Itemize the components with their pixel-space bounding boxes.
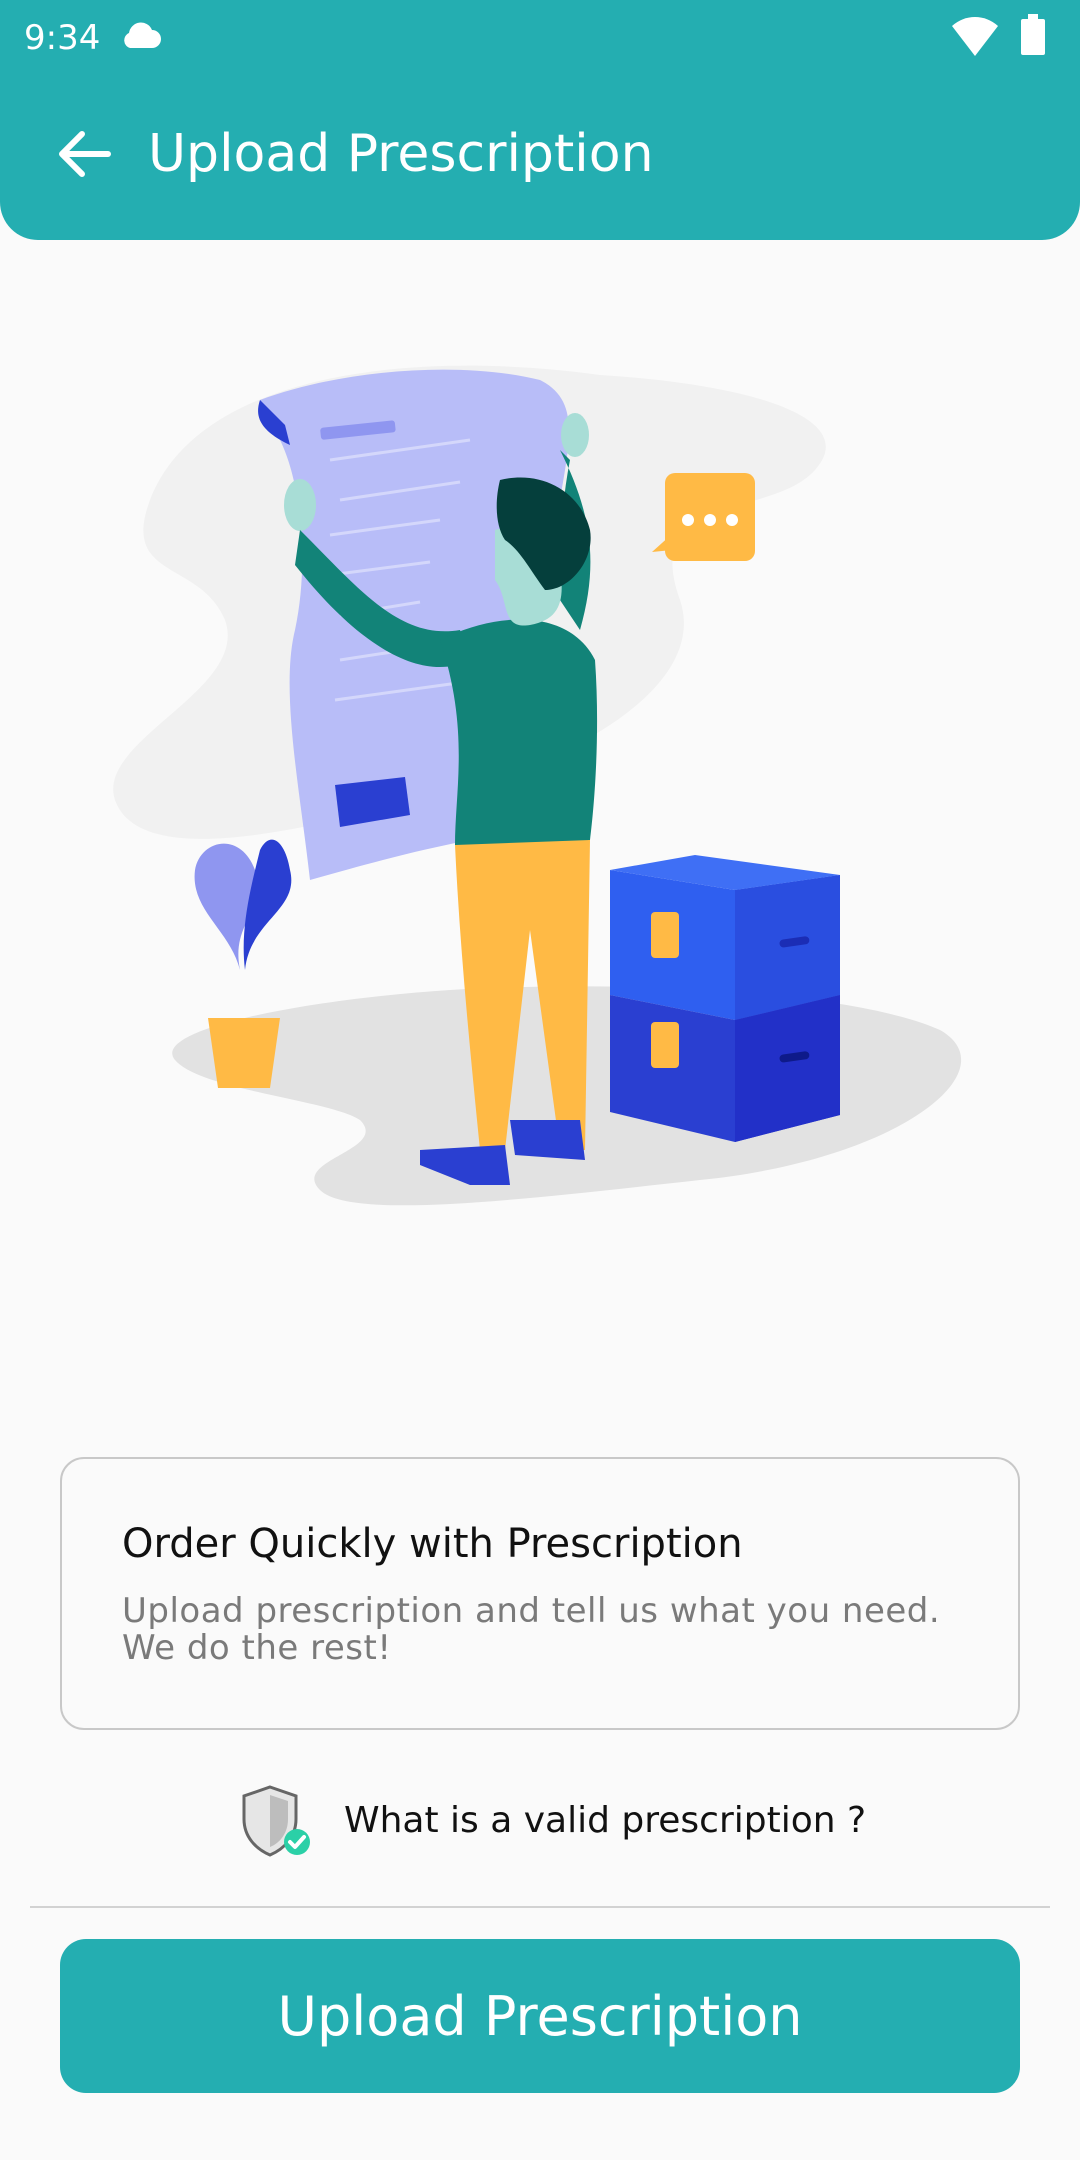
upload-prescription-button[interactable]: Upload Prescription — [60, 1939, 1020, 2093]
status-time: 9:34 — [24, 18, 101, 58]
card-title: Order Quickly with Prescription — [122, 1521, 743, 1567]
wifi-icon — [952, 17, 998, 56]
cloud-icon — [124, 22, 161, 48]
page-title: Upload Prescription — [148, 124, 654, 184]
app-bar: 9:34 Upload Prescription — [0, 0, 1080, 240]
valid-prescription-label: What is a valid prescription ? — [344, 1799, 867, 1841]
upload-prescription-button-label: Upload Prescription — [277, 1984, 803, 2048]
back-button[interactable] — [48, 118, 120, 190]
divider — [30, 1906, 1050, 1908]
shield-check-icon — [242, 1785, 310, 1857]
valid-prescription-link[interactable]: What is a valid prescription ? — [238, 1780, 866, 1860]
info-card: Order Quickly with Prescription Upload p… — [60, 1457, 1020, 1730]
card-description: Upload prescription and tell us what you… — [122, 1591, 941, 1668]
arrow-left-icon — [59, 131, 111, 177]
prescription-illustration — [113, 365, 962, 1206]
battery-icon — [1021, 14, 1045, 55]
